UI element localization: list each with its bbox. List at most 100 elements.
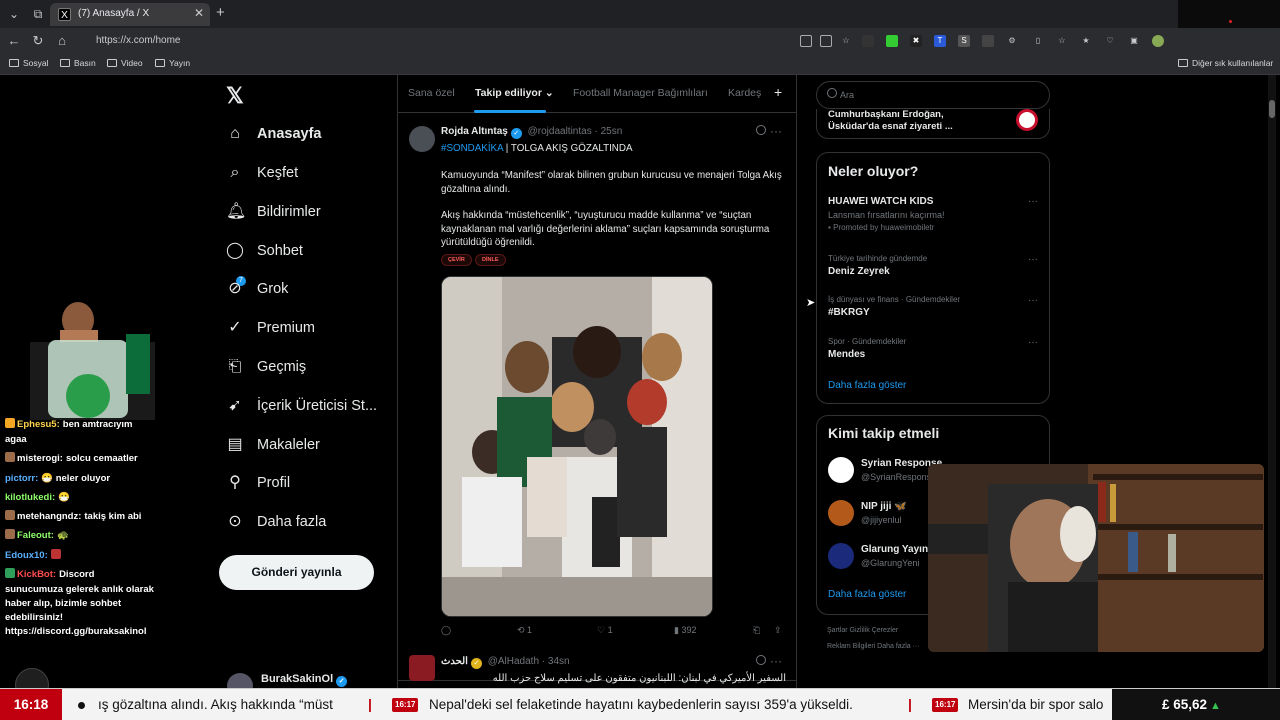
footer-links[interactable]: Reklam Bilgileri Daha fazla ··· [827, 643, 920, 650]
extension-icon[interactable]: ✖ [910, 35, 922, 47]
add-tab-icon[interactable]: + [774, 84, 782, 100]
back-icon[interactable]: ← [6, 33, 22, 49]
performance-icon[interactable]: ♡ [1104, 35, 1116, 47]
reader-icon[interactable] [800, 35, 812, 47]
avatar [828, 543, 854, 569]
bookmark-video[interactable]: Video [107, 58, 143, 68]
bookmark-sosyal[interactable]: Sosyal [9, 58, 49, 68]
badge-icon [5, 452, 15, 462]
nav-notifications[interactable]: 🔔︎ Bildirimler [226, 198, 321, 226]
more-options-icon[interactable]: ··· [770, 654, 782, 668]
more-options-icon[interactable]: ··· [1028, 295, 1038, 306]
more-options-icon[interactable]: ··· [1028, 196, 1038, 207]
footer-links[interactable]: Şartlar Gizlilik Çerezler [827, 627, 898, 634]
share-icon[interactable]: ⇪ [774, 625, 782, 636]
tab-football-manager[interactable]: Football Manager Bağımlıları [573, 87, 708, 99]
nav-home[interactable]: ⌂ Anasayfa [226, 120, 321, 148]
search-box[interactable]: Ara [816, 81, 1050, 109]
bookmark-yayin[interactable]: Yayın [155, 58, 190, 68]
badge-icon [5, 529, 15, 539]
bookmark-icon[interactable]: ⎗ [753, 625, 760, 636]
address-bar: ← ↻ ⌂ https://x.com/home ☆ ✖ T S ⚙ ▯ ☆ ★… [0, 28, 1280, 54]
author-handle[interactable]: @rojdaaltintas · 25sn [528, 126, 623, 137]
hashtag-link[interactable]: #SONDAKİKA [441, 143, 503, 154]
trend-item[interactable]: İş dünyası ve finans · Gündemdekiler #BK… [828, 295, 1038, 318]
scrollbar-thumb[interactable] [1269, 100, 1275, 118]
url-field[interactable]: https://x.com/home [80, 31, 860, 51]
nav-articles[interactable]: ▤ Makaleler [226, 431, 319, 459]
reply-icon[interactable]: ◯ [441, 625, 451, 636]
article-icon: ▤ [227, 436, 243, 453]
new-tab-icon[interactable]: + [216, 4, 225, 21]
avatar[interactable] [409, 655, 435, 681]
more-options-icon[interactable]: ··· [1028, 254, 1038, 265]
trend-item[interactable]: Spor · Gündemdekiler Mendes ··· [828, 337, 1038, 360]
tweet[interactable]: الحدث ✓ @AlHadath · 34sn ··· السفير الأمي… [398, 647, 796, 688]
avatar[interactable] [409, 126, 435, 152]
nav-grok[interactable]: ⊘ Grok [226, 275, 288, 303]
screenshot-icon[interactable]: ▣ [1128, 35, 1140, 47]
show-more-link[interactable]: Daha fazla göster [828, 380, 906, 391]
show-more-link[interactable]: Daha fazla göster [828, 589, 906, 600]
extension-icon[interactable] [886, 35, 898, 47]
nav-creator-studio[interactable]: ➹ İçerik Üreticisi St... [226, 392, 377, 420]
post-button[interactable]: Gönderi yayınla [219, 555, 374, 590]
bookmark-other[interactable]: Diğer sık kullanılanlar [1178, 58, 1273, 68]
nav-explore[interactable]: ⌕ Keşfet [226, 159, 299, 187]
nav-profile[interactable]: ⚲ Profil [226, 469, 290, 497]
more-options-icon[interactable]: ··· [1028, 337, 1038, 348]
chevron-down-icon: ⌄ [544, 87, 554, 99]
grok-icon[interactable] [756, 655, 766, 665]
listen-pill[interactable]: DİNLE [475, 254, 506, 266]
author-name[interactable]: Rojda Altıntaş [441, 126, 508, 137]
news-card[interactable]: Cumhurbaşkanı Erdoğan, Üsküdar'da esnaf … [816, 109, 1050, 139]
extension-icon[interactable]: S [958, 35, 970, 47]
tab-menu-icon[interactable]: ⌄ [4, 4, 24, 24]
trends-title: Neler oluyor? [828, 163, 919, 179]
trend-item[interactable]: Türkiye tarihinde gündemde Deniz Zeyrek … [828, 254, 1038, 277]
ticker-badge: 16:17 [392, 698, 419, 712]
tweet-actions: ◯ ⟲ 1 ♡ 1 ▮ 392 ⎗ ⇪ [441, 625, 786, 639]
more-options-icon[interactable]: ··· [770, 124, 782, 138]
badge-icon [5, 418, 15, 428]
author-handle[interactable]: @AlHadath · 34sn [488, 656, 570, 667]
profile-avatar[interactable] [1152, 35, 1164, 47]
page-scrollbar[interactable] [1268, 75, 1276, 688]
nav-premium[interactable]: ✓ Premium [226, 314, 315, 342]
collections-icon[interactable]: ★ [1080, 35, 1092, 47]
tab-for-you[interactable]: Sana özel [408, 87, 455, 99]
close-tab-icon[interactable]: ✕ [194, 6, 204, 20]
x-logo-icon[interactable]: 𝕏 [226, 83, 244, 109]
trend-item[interactable]: HUAWEI WATCH KIDS Lansman fırsatlarını k… [828, 196, 1038, 232]
ticker-separator: | [908, 696, 912, 712]
tweet-header: الحدث ✓ @AlHadath · 34sn [441, 656, 570, 669]
tweet-text: السفير الأميركي في لبنان: اللبنانيون متف… [492, 673, 786, 684]
tweet[interactable]: Rojda Altıntaş ✓ @rojdaaltintas · 25sn ··… [398, 116, 796, 681]
author-name[interactable]: الحدث [441, 656, 468, 667]
tweet-photo[interactable] [441, 276, 713, 617]
extension-icon[interactable]: T [934, 35, 946, 47]
favorites-icon[interactable]: ☆ [1056, 35, 1068, 47]
views-count[interactable]: ▮ 392 [674, 625, 696, 636]
split-screen-icon[interactable]: ▯ [1032, 35, 1044, 47]
reload-icon[interactable]: ↻ [30, 33, 46, 49]
favorite-star-icon[interactable]: ☆ [840, 35, 852, 47]
grok-icon[interactable] [756, 125, 766, 135]
tab-following[interactable]: Takip ediliyor ⌄ [475, 87, 554, 99]
nav-chat[interactable]: ◯ Sohbet [226, 237, 303, 265]
extension-icon[interactable] [862, 35, 874, 47]
tweet-paragraph: Akış hakkında “müstehcenlik”, “uyuşturuc… [441, 210, 770, 248]
browser-tab[interactable]: X (7) Anasayfa / X ✕ [50, 3, 210, 26]
bookmark-basin[interactable]: Basın [60, 58, 96, 68]
page-icon[interactable] [820, 35, 832, 47]
nav-more[interactable]: ⊙ Daha fazla [226, 508, 326, 536]
workspaces-icon[interactable]: ⧉ [28, 4, 48, 24]
like-button[interactable]: ♡ 1 [597, 625, 613, 636]
translate-pill[interactable]: ÇEVİR [441, 254, 472, 266]
repost-button[interactable]: ⟲ 1 [517, 625, 532, 636]
home-page-icon[interactable]: ⌂ [54, 33, 70, 49]
nav-bookmarks[interactable]: ⎗ Geçmiş [226, 353, 307, 381]
tab-kardes[interactable]: Kardeş [728, 87, 761, 99]
extension-icon[interactable] [982, 35, 994, 47]
extensions-puzzle-icon[interactable]: ⚙ [1006, 35, 1018, 47]
